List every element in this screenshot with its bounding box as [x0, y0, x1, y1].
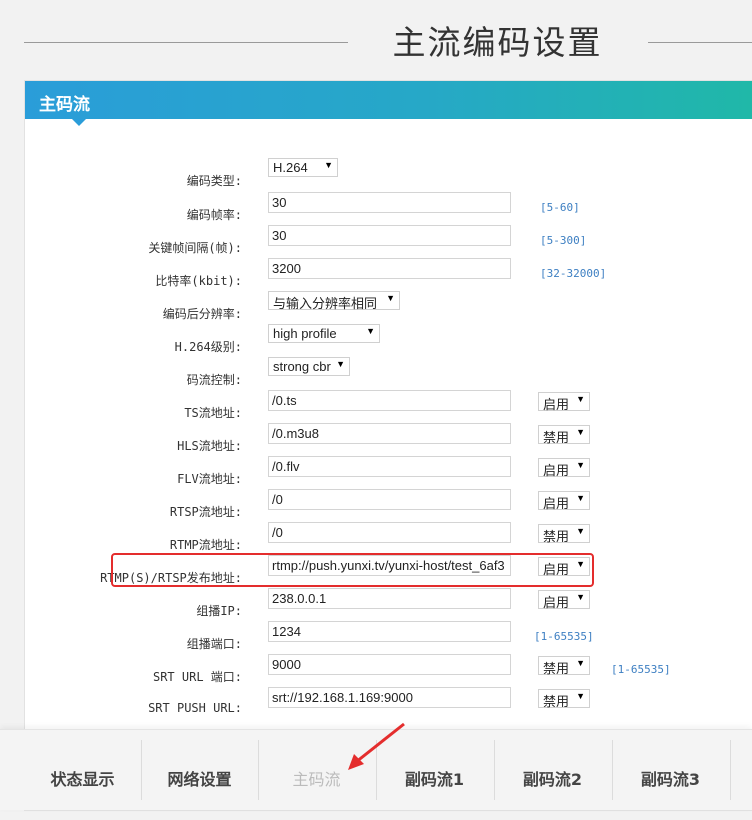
dropdown-arrow-icon: ▼	[576, 460, 585, 470]
range-hint: [5-60]	[540, 201, 580, 214]
tab-6[interactable]: 副码流3	[612, 740, 729, 810]
field-label: 组播IP:	[196, 604, 242, 618]
dropdown-arrow-icon: ▼	[366, 326, 375, 336]
field-input[interactable]: 238.0.0.1	[268, 588, 511, 609]
tab-1[interactable]: 状态显示	[24, 740, 141, 810]
enable-select-value: 禁用	[543, 529, 570, 544]
header-line-left	[24, 42, 348, 43]
field-label: TS流地址:	[184, 406, 242, 420]
field-label: RTSP流地址:	[169, 505, 242, 519]
range-hint: [1-65535]	[534, 630, 594, 643]
enable-select-value: 启用	[543, 496, 570, 511]
select-value: H.264	[273, 160, 308, 175]
range-hint: [1-65535]	[611, 663, 671, 676]
panel-header: 主码流	[25, 81, 752, 119]
enable-select-value: 启用	[543, 595, 570, 610]
enable-select[interactable]: 启用 ▼	[538, 590, 590, 610]
enable-select[interactable]: 禁用 ▼	[538, 425, 590, 445]
tab-separator	[730, 740, 731, 800]
enable-select-value: 禁用	[543, 694, 570, 709]
dropdown-arrow-icon: ▼	[576, 691, 585, 701]
field-label: FLV流地址:	[177, 472, 242, 486]
field-label: 关键帧间隔(帧):	[148, 241, 242, 255]
field-input[interactable]: 9000	[268, 654, 511, 675]
tab-separator	[494, 740, 495, 800]
enable-select[interactable]: 启用 ▼	[538, 458, 590, 478]
panel-notch	[72, 119, 86, 126]
field-select[interactable]: high profile ▼	[268, 324, 380, 343]
range-hint: [5-300]	[540, 234, 587, 247]
field-label: RTMP流地址:	[169, 538, 242, 552]
field-input[interactable]: /0.ts	[268, 390, 511, 411]
tab-separator	[258, 740, 259, 800]
field-input[interactable]: 30	[268, 192, 511, 213]
field-input[interactable]: /0	[268, 522, 511, 543]
form-row: H.264级别: high profile ▼	[0, 324, 752, 363]
dropdown-arrow-icon: ▼	[386, 293, 395, 303]
field-label: 编码帧率:	[186, 208, 242, 222]
select-value: high profile	[273, 326, 337, 341]
enable-select[interactable]: 禁用 ▼	[538, 656, 590, 676]
header-line-right	[648, 42, 752, 43]
field-label: 编码类型:	[186, 174, 242, 188]
select-value: 与输入分辨率相同	[273, 296, 378, 311]
field-label: 码流控制:	[186, 373, 242, 387]
field-label: 比特率(kbit):	[155, 274, 242, 288]
field-label: H.264级别:	[174, 340, 242, 354]
tab-5[interactable]: 副码流2	[494, 740, 611, 810]
enable-select-value: 启用	[543, 463, 570, 478]
enable-select[interactable]: 禁用 ▼	[538, 524, 590, 544]
enable-select-value: 启用	[543, 397, 570, 412]
tab-separator	[612, 740, 613, 800]
enable-select[interactable]: 启用 ▼	[538, 491, 590, 511]
field-label: SRT PUSH URL:	[148, 701, 242, 715]
field-input[interactable]: /0.flv	[268, 456, 511, 477]
field-select[interactable]: 与输入分辨率相同 ▼	[268, 291, 400, 311]
dropdown-arrow-icon: ▼	[324, 160, 333, 170]
field-select[interactable]: H.264 ▼	[268, 158, 338, 177]
dropdown-arrow-icon: ▼	[576, 526, 585, 536]
range-hint: [32-32000]	[540, 267, 607, 280]
page-title: 主流编码设置	[392, 23, 603, 62]
field-label: 组播端口:	[186, 637, 242, 651]
panel-title: 主码流	[39, 95, 90, 115]
dropdown-arrow-icon: ▼	[576, 592, 585, 602]
field-label: 编码后分辨率:	[162, 307, 242, 321]
dropdown-arrow-icon: ▼	[576, 427, 585, 437]
dropdown-arrow-icon: ▼	[576, 394, 585, 404]
field-input[interactable]: /0	[268, 489, 511, 510]
tab-separator	[141, 740, 142, 800]
highlight-box	[111, 553, 594, 587]
field-input[interactable]: /0.m3u8	[268, 423, 511, 444]
enable-select-value: 禁用	[543, 430, 570, 445]
dropdown-arrow-icon: ▼	[336, 359, 345, 369]
select-value: strong cbr	[273, 359, 331, 374]
dropdown-arrow-icon: ▼	[576, 658, 585, 668]
enable-select[interactable]: 启用 ▼	[538, 392, 590, 412]
field-select[interactable]: strong cbr ▼	[268, 357, 350, 376]
field-input[interactable]: 3200	[268, 258, 511, 279]
field-input[interactable]: 30	[268, 225, 511, 246]
enable-select-value: 禁用	[543, 661, 570, 676]
tab-2[interactable]: 网络设置	[141, 740, 258, 810]
enable-select[interactable]: 禁用 ▼	[538, 689, 590, 709]
field-label: SRT URL 端口:	[152, 670, 242, 684]
red-arrow-icon	[348, 722, 405, 770]
dropdown-arrow-icon: ▼	[576, 493, 585, 503]
field-input[interactable]: srt://192.168.1.169:9000	[268, 687, 511, 708]
field-input[interactable]: 1234	[268, 621, 511, 642]
field-label: HLS流地址:	[177, 439, 242, 453]
